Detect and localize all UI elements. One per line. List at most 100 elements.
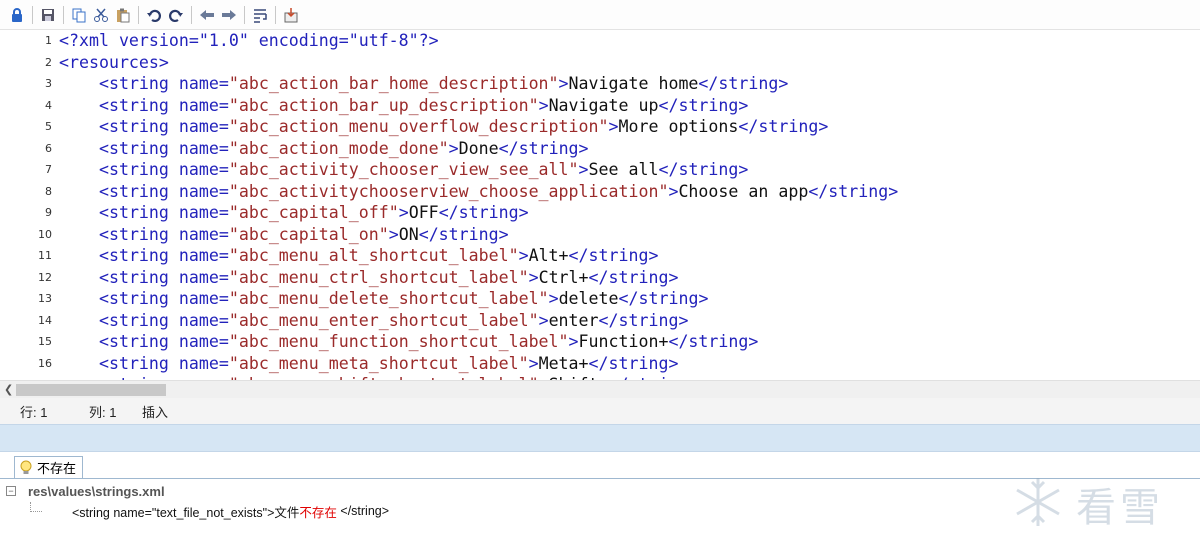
wrap-icon[interactable] <box>251 6 269 24</box>
code-line[interactable]: 7 <string name="abc_activity_chooser_vie… <box>0 159 1200 181</box>
code-token: </string> <box>658 95 749 115</box>
code-line[interactable]: 4 <string name="abc_action_bar_up_descri… <box>0 95 1200 117</box>
code-token: "abc_action_bar_home_description" <box>228 74 559 93</box>
code-token: OFF <box>408 203 439 222</box>
toolbar-separator <box>275 5 276 24</box>
code-token: <string <box>98 267 179 287</box>
save-icon[interactable] <box>39 6 57 24</box>
result-file-path: res\values\strings.xml <box>28 483 165 499</box>
code-token: <string <box>98 353 179 373</box>
code-line[interactable]: 9 <string name="abc_capital_off">OFF</st… <box>0 202 1200 224</box>
code-line[interactable]: 1 <?xml version="1.0" encoding="utf-8"?> <box>0 30 1200 52</box>
code-token: <string <box>98 160 179 179</box>
cut-icon[interactable] <box>92 6 110 24</box>
code-token: Navigate up <box>548 95 659 115</box>
horizontal-scrollbar[interactable]: ❮ <box>0 380 1200 398</box>
code-token: "abc_action_mode_done" <box>228 138 449 158</box>
export-icon[interactable] <box>282 6 300 24</box>
code-token: Function+ <box>578 332 669 351</box>
code-editor[interactable]: 1 <?xml version="1.0" encoding="utf-8"?> 2… <box>0 30 1200 380</box>
code-text: <string name="abc_action_bar_up_descript… <box>59 95 748 117</box>
code-token: <?xml version="1.0" encoding="utf-8"?> <box>59 31 439 50</box>
result-file-row[interactable]: − res\values\strings.xml <box>6 482 165 500</box>
code-token: name= <box>178 224 229 244</box>
code-token: name= <box>178 267 229 287</box>
toolbar-separator <box>32 5 33 24</box>
scroll-left-icon[interactable]: ❮ <box>4 383 13 396</box>
undo-icon[interactable] <box>145 6 163 24</box>
tree-connector <box>30 502 42 512</box>
redo-icon[interactable] <box>167 6 185 24</box>
line-number: 10 <box>38 227 52 241</box>
line-number: 8 <box>45 184 52 198</box>
tab-search-results[interactable]: 不存在 <box>14 456 84 478</box>
code-token: </string> <box>568 246 659 265</box>
lock-icon[interactable] <box>8 6 26 24</box>
panel-splitter[interactable] <box>0 424 1200 452</box>
code-token: name= <box>178 353 229 373</box>
code-text: <string name="abc_capital_on">ON</string… <box>59 224 509 246</box>
code-token: > <box>538 95 549 115</box>
paste-icon[interactable] <box>114 6 132 24</box>
code-text: <string name="abc_menu_delete_shortcut_l… <box>59 288 708 310</box>
code-line[interactable]: 15 <string name="abc_menu_function_short… <box>0 331 1200 353</box>
code-token: name= <box>178 203 229 222</box>
collapse-icon[interactable]: − <box>6 486 16 496</box>
code-token: Choose an app <box>678 181 809 201</box>
code-text: <string name="abc_menu_ctrl_shortcut_lab… <box>59 267 678 289</box>
code-token: <string <box>98 310 179 330</box>
scrollbar-thumb[interactable] <box>16 384 166 396</box>
toolbar-separator <box>191 5 192 24</box>
code-line[interactable]: 2 <resources> <box>0 52 1200 74</box>
back-icon[interactable] <box>198 6 216 24</box>
code-line[interactable]: 12 <string name="abc_menu_ctrl_shortcut_… <box>0 267 1200 289</box>
code-line[interactable]: 16 <string name="abc_menu_meta_shortcut_… <box>0 353 1200 375</box>
code-line[interactable]: 5 <string name="abc_action_menu_overflow… <box>0 116 1200 138</box>
code-line[interactable]: 10 <string name="abc_capital_on">ON</str… <box>0 224 1200 246</box>
code-token: "abc_capital_off" <box>228 203 399 222</box>
code-token: <string <box>98 138 179 158</box>
code-token: <string <box>98 332 179 351</box>
line-number: 6 <box>45 141 52 155</box>
result-match-row[interactable]: <string name="text_file_not_exists">文件 不存… <box>30 502 389 520</box>
code-token: "abc_action_bar_up_description" <box>228 95 539 115</box>
code-text: <string name="abc_action_menu_overflow_d… <box>59 116 828 138</box>
line-number: 4 <box>45 98 52 112</box>
code-token: > <box>568 332 579 351</box>
code-line[interactable]: 6 <string name="abc_action_mode_done">Do… <box>0 138 1200 160</box>
code-token: Alt+ <box>528 246 569 265</box>
code-token: </string> <box>498 138 589 158</box>
code-token: <resources> <box>59 52 169 72</box>
code-token: <string <box>98 95 179 115</box>
code-token: > <box>578 160 589 179</box>
code-text: <string name="abc_activitychooserview_ch… <box>59 181 898 203</box>
code-token: > <box>528 267 539 287</box>
code-token: Meta+ <box>538 353 589 373</box>
code-line[interactable]: 3 <string name="abc_action_bar_home_desc… <box>0 73 1200 95</box>
status-bar: 行: 1 列: 1 插入 <box>0 398 1200 424</box>
code-token: </string> <box>618 289 709 308</box>
copy-icon[interactable] <box>70 6 88 24</box>
code-line[interactable]: 8 <string name="abc_activitychooserview_… <box>0 181 1200 203</box>
code-token: name= <box>178 181 229 201</box>
forward-icon[interactable] <box>220 6 238 24</box>
code-token: name= <box>178 74 229 93</box>
code-token: </string> <box>808 181 899 201</box>
code-line[interactable]: 11 <string name="abc_menu_alt_shortcut_l… <box>0 245 1200 267</box>
code-token: <string <box>98 289 179 308</box>
watermark-logo: 看雪 <box>1010 472 1190 536</box>
line-number: 7 <box>45 163 52 176</box>
code-line[interactable]: 14 <string name="abc_menu_enter_shortcut… <box>0 310 1200 332</box>
search-results-panel: 不存在 − res\values\strings.xml <string nam… <box>0 452 1200 560</box>
status-insert-mode: 插入 <box>142 404 169 420</box>
code-token: > <box>448 138 459 158</box>
code-text: <string name="abc_menu_enter_shortcut_la… <box>59 310 688 332</box>
code-line[interactable]: 13 <string name="abc_menu_delete_shortcu… <box>0 288 1200 310</box>
